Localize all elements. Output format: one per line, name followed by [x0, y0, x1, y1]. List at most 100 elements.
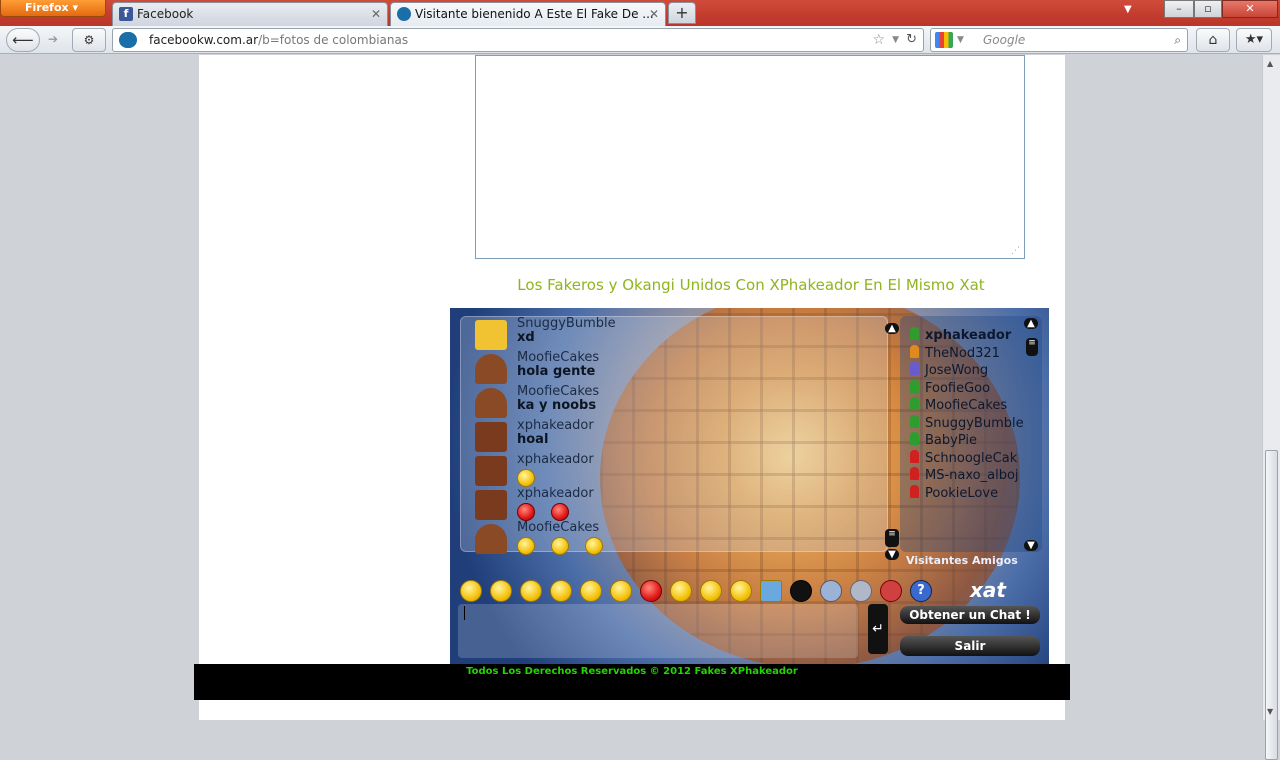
enter-arrow-icon: ↵ [872, 621, 884, 637]
wink-icon[interactable] [520, 580, 542, 602]
user-status-icon [910, 450, 919, 463]
get-chat-button[interactable]: Obtener un Chat ! [900, 606, 1040, 624]
exit-button[interactable]: Salir [900, 636, 1040, 656]
bookmarks-button[interactable]: ★▾ [1236, 28, 1272, 52]
scroll-thumb[interactable]: ≡ [1026, 338, 1038, 356]
avatar [475, 490, 507, 520]
avatar [475, 320, 507, 350]
puzzle-icon: ⚙ [83, 33, 95, 47]
chevron-up-icon[interactable]: ▲ [1267, 59, 1273, 68]
google-icon [935, 32, 953, 48]
chevron-down-icon[interactable]: ▼ [957, 29, 964, 51]
close-window-button[interactable]: ✕ [1222, 0, 1278, 18]
user-list-item[interactable]: MoofieCakes [910, 397, 1026, 414]
user-list-item[interactable]: BabyPie [910, 432, 1026, 449]
surprised-icon[interactable] [550, 580, 572, 602]
comment-textarea[interactable]: ⋰ [475, 55, 1025, 259]
smile-icon[interactable] [460, 580, 482, 602]
back-button[interactable]: ⟵ [6, 28, 40, 52]
cool-smiley-icon [585, 537, 603, 555]
forward-button[interactable]: ➔ [40, 28, 66, 52]
message-panel: SnuggyBumble xd MoofieCakes hola gente M… [460, 316, 899, 560]
chevron-down-icon[interactable]: ▼ [885, 549, 899, 560]
user-status-icon [910, 485, 919, 498]
chevron-down-icon[interactable]: ▼ [1024, 540, 1038, 551]
user-list-item[interactable]: FoofieGoo [910, 380, 1026, 397]
friends-icon[interactable] [880, 580, 902, 602]
user-list-tabs[interactable]: Visitantes Amigos [906, 554, 1018, 567]
reload-icon[interactable]: ↻ [906, 29, 917, 51]
tab-visitante[interactable]: Visitante bienenido A Este El Fake De ..… [390, 2, 666, 26]
help-icon[interactable]: ? [910, 580, 932, 602]
cool-smiley-icon [517, 537, 535, 555]
user-status-icon [910, 415, 919, 428]
search-input[interactable]: ▼ Google ⌕ [930, 28, 1188, 52]
url-bar[interactable]: facebookw.com.ar/b=fotos de colombianas … [112, 28, 924, 52]
tab-list-icon[interactable]: ▼ [1124, 4, 1132, 15]
cool-smiley-icon [551, 537, 569, 555]
firefox-menu-button[interactable]: Firefox ▾ [0, 0, 106, 17]
page-scrollbar[interactable]: ▲ ▼ [1262, 55, 1280, 760]
sound-icon[interactable] [820, 580, 842, 602]
user-list-item[interactable]: SchnoogleCak [910, 450, 1026, 467]
user-list-item[interactable]: TheNod321 [910, 345, 1026, 362]
bookmarks-icon: ★▾ [1244, 32, 1264, 47]
angry-smiley-icon [551, 503, 569, 521]
chevron-down-icon[interactable]: ▼ [892, 29, 899, 51]
xat-logo[interactable]: xat [970, 578, 1006, 602]
site-identity-icon [119, 32, 137, 48]
chevron-up-icon[interactable]: ▲ [885, 323, 899, 334]
user-list-item[interactable]: xphakeador [910, 327, 1026, 344]
user-status-icon [910, 345, 919, 358]
site-icon [397, 7, 411, 21]
confused-icon[interactable] [670, 580, 692, 602]
text-cursor [464, 606, 465, 620]
tab-facebook[interactable]: f Facebook ✕ [112, 2, 388, 26]
avatar [475, 422, 507, 452]
navigation-bar: ⟵ ➔ ⚙ facebookw.com.ar/b=fotos de colomb… [0, 26, 1280, 54]
chat-input[interactable] [458, 604, 858, 658]
eight-ball-icon[interactable] [790, 580, 812, 602]
user-list-item[interactable]: PookieLove [910, 485, 1026, 502]
cool-smiley-icon[interactable] [610, 580, 632, 602]
magnifier-icon[interactable]: ⌕ [1174, 29, 1181, 51]
chevron-down-icon[interactable]: ▼ [1267, 707, 1273, 716]
maximize-button[interactable]: ▫ [1194, 0, 1222, 18]
user-list-panel: xphakeador TheNod321 JoseWong FoofieGoo … [900, 316, 1042, 552]
scroll-thumb[interactable]: ≡ [885, 529, 899, 547]
big-smile-icon[interactable] [490, 580, 512, 602]
page-footer: Todos Los Derechos Reservados © 2012 Fak… [194, 664, 1070, 700]
facebook-icon: f [119, 7, 133, 21]
user-status-icon [910, 467, 919, 480]
angry-smiley-icon[interactable] [640, 580, 662, 602]
home-button[interactable]: ⌂ [1196, 28, 1230, 52]
minimize-button[interactable]: – [1164, 0, 1194, 18]
tongue-icon[interactable] [580, 580, 602, 602]
new-tab-button[interactable]: + [668, 2, 696, 24]
message-scrollbar[interactable]: ▲ ≡ ▼ [885, 323, 899, 561]
settings-icon[interactable] [850, 580, 872, 602]
angry-smiley-icon [517, 503, 535, 521]
avatar [475, 524, 507, 554]
cool-smiley-icon [517, 469, 535, 487]
avatar [475, 354, 507, 384]
user-list-item[interactable]: JoseWong [910, 362, 1026, 379]
sad-icon[interactable] [700, 580, 722, 602]
addon-button[interactable]: ⚙ [72, 28, 106, 52]
frown-icon[interactable] [730, 580, 752, 602]
arrow-left-icon: ⟵ [12, 31, 34, 49]
user-status-icon [910, 397, 919, 410]
user-status-icon [910, 327, 919, 340]
tab-strip: Firefox ▾ f Facebook ✕ Visitante bieneni… [0, 0, 1280, 26]
close-icon[interactable]: ✕ [649, 3, 659, 25]
getxats-icon[interactable] [760, 580, 782, 602]
close-icon[interactable]: ✕ [371, 3, 381, 25]
user-list-item[interactable]: MS-naxo_alboj [910, 467, 1026, 484]
user-status-icon [910, 432, 919, 445]
chevron-up-icon[interactable]: ▲ [1024, 318, 1038, 329]
resize-handle-icon[interactable]: ⋰ [1011, 246, 1020, 256]
user-list-item[interactable]: SnuggyBumble [910, 415, 1026, 432]
smiley-bar: ? [460, 580, 940, 602]
send-button[interactable]: ↵ [868, 604, 888, 654]
bookmark-star-icon[interactable]: ☆ [872, 29, 885, 51]
